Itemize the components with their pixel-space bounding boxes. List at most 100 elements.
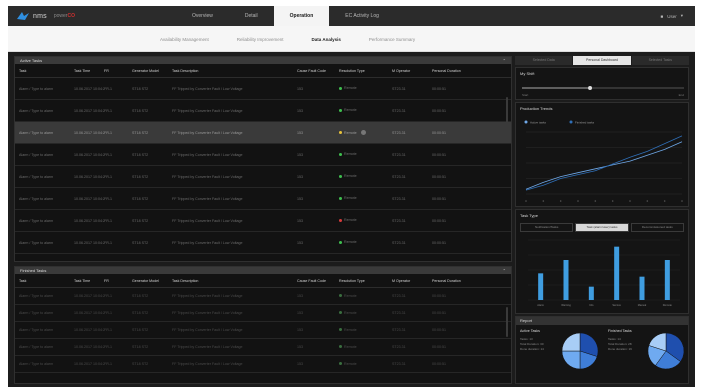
user-name: User [667, 13, 677, 19]
cell-res: Remote [339, 108, 392, 113]
cell-desc: FF Tripped by Converter Fault / Low Volt… [172, 86, 243, 91]
info-icon[interactable] [360, 130, 366, 135]
table-row[interactable]: Alarm / Type to alarm 10.06.2017 10:04:20… [15, 322, 511, 339]
subnav-item-0[interactable]: Availability Management [160, 37, 209, 42]
task-type-tab-1[interactable]: Task (alarm/user) tasks [575, 223, 629, 232]
cell-model: ST18 ST2 [132, 294, 149, 298]
cell-time: 10.06.2017 10:04:20 [74, 345, 104, 349]
collapse-icon[interactable]: ⌃ [503, 58, 506, 63]
task-type-chart: Alarm Warning Info Service Manual Remote [528, 239, 680, 307]
user-menu[interactable]: ■ User ▾ [661, 13, 684, 19]
x-tick [611, 200, 614, 202]
column-header[interactable]: Task Time [74, 279, 104, 283]
status-dot-icon [339, 86, 342, 90]
column-header[interactable]: Resolution Type [339, 69, 392, 73]
table-row[interactable]: Alarm / Type to alarm 10.06.2017 10:04:20… [15, 288, 511, 305]
resolution-status: Remote [339, 240, 357, 244]
column-header[interactable]: Personal Duration [432, 279, 467, 283]
table-row[interactable]: Alarm / Type to alarm 10.06.2017 10:04:20… [15, 166, 511, 188]
table-row[interactable]: Alarm / Type to alarm 10.06.2017 10:04:20… [15, 305, 511, 322]
cell-op: ST23.31 [392, 240, 406, 245]
column-header[interactable]: Cause Fault Code [297, 279, 339, 283]
finished-tasks-header: Finished Tasks ⌃ [15, 267, 511, 274]
subnav-item-3[interactable]: Performance Summary [369, 37, 415, 42]
bar [563, 260, 569, 300]
status-label: Remote [344, 174, 357, 179]
cell-time: 10.06.2017 10:04:20 [74, 240, 104, 245]
column-header[interactable]: M Operator [392, 69, 432, 73]
status-dot-icon [339, 152, 342, 156]
task-type-tab-0[interactable]: Notification/Tasks [520, 223, 574, 232]
column-header[interactable]: FR [104, 69, 132, 73]
subnav-item-1[interactable]: Reliability Improvement [237, 37, 284, 42]
column-header[interactable]: Generator Model [132, 279, 172, 283]
column-header[interactable]: Generator Model [132, 69, 172, 73]
resolution-status: Remote [339, 86, 357, 90]
cell-code: 153 [297, 86, 303, 91]
chevron-down-icon: ▾ [680, 13, 683, 18]
column-header[interactable]: Task Description [172, 279, 297, 283]
cell-task: Alarm / Type to alarm [19, 362, 54, 366]
cell-model: ST18 ST2 [132, 196, 149, 201]
collapse-icon[interactable]: ⌃ [503, 268, 506, 273]
shift-slider[interactable]: Start End [516, 79, 690, 101]
cell-task: Alarm / Type to alarm [19, 174, 54, 179]
legend-label: Finished tasks [575, 121, 595, 125]
table-row[interactable]: Alarm / Type to alarm 10.06.2017 10:04:20… [15, 188, 511, 210]
active-tasks-header: Active Tasks ⌃ [15, 57, 511, 64]
cell-task: Alarm / Type to alarm [19, 152, 54, 157]
table-row[interactable]: Alarm / Type to alarm 10.06.2017 10:04:20… [15, 339, 511, 356]
cell-fr: FR-1 [104, 152, 112, 157]
cell-time: 10.06.2017 10:04:20 [74, 108, 104, 113]
scrollbar[interactable] [506, 307, 508, 337]
table-row[interactable]: Alarm / Type to alarm 10.06.2017 10:04:20… [15, 232, 511, 254]
table-row[interactable]: Alarm / Type to alarm 10.06.2017 10:04:20… [15, 144, 511, 166]
subnav-item-2[interactable]: Data Analysis [311, 37, 340, 42]
table-row[interactable]: Alarm / Type to alarm 10.06.2017 10:04:20… [15, 356, 511, 373]
resolution-status: Remote [339, 108, 357, 112]
cell-time: 10.06.2017 10:04:20 [74, 328, 104, 332]
report-line: Done duration: 19 [608, 347, 632, 351]
column-header[interactable]: Cause Fault Code [297, 69, 339, 73]
nav-item-1[interactable]: Detail [229, 6, 274, 26]
column-header[interactable]: Task [19, 279, 74, 283]
status-label: Remote [344, 327, 357, 332]
cell-res: Remote [339, 130, 392, 135]
cell-time: 10.06.2017 10:04:20 [74, 152, 104, 157]
nav-item-2[interactable]: Operation [273, 6, 330, 26]
column-header[interactable]: Personal Duration [432, 69, 467, 73]
task-type-tab-2[interactable]: Decommissioned tasks [630, 223, 684, 232]
table-row[interactable]: Alarm / Type to alarm 10.06.2017 10:04:20… [15, 100, 511, 122]
cell-task: Alarm / Type to alarm [19, 328, 54, 332]
tab-1[interactable]: Personal Dashboard [573, 56, 631, 65]
column-header[interactable]: Task [19, 69, 74, 73]
column-header[interactable]: FR [104, 279, 132, 283]
table-row[interactable]: Alarm / Type to alarm 10.06.2017 10:04:20… [15, 210, 511, 232]
cell-fr: FR-1 [104, 311, 112, 315]
logo[interactable]: nms powerCO [16, 11, 75, 21]
column-header[interactable]: Task Description [172, 69, 297, 73]
cell-code: 153 [297, 152, 303, 157]
bar-label: Alarm [537, 303, 544, 307]
table-header: Task Task Time FR Generator Model Task Descr… [15, 64, 511, 78]
status-dot-icon [339, 131, 342, 134]
table-row[interactable]: Alarm / Type to alarm 10.06.2017 10:04:20… [15, 122, 511, 144]
logo-text: nms [33, 12, 47, 20]
nav-item-3[interactable]: EC Activity Log [329, 6, 395, 26]
bar-label: Remote [663, 303, 673, 307]
status-label: Remote [344, 86, 357, 91]
column-header[interactable]: M Operator [392, 279, 432, 283]
cell-op: ST23.31 [392, 130, 406, 135]
status-label: Remote [344, 344, 357, 349]
column-header[interactable]: Task Time [74, 69, 104, 73]
tab-0[interactable]: Selected Data [515, 56, 573, 65]
cell-fr: FR-1 [104, 218, 112, 223]
column-header[interactable]: Resolution Type [339, 279, 392, 283]
scrollbar[interactable] [506, 97, 508, 142]
nav-item-0[interactable]: Overview [176, 6, 229, 26]
resolution-status: Remote [339, 218, 357, 222]
cell-task: Alarm / Type to alarm [19, 196, 54, 201]
cell-model: ST18 ST2 [132, 174, 149, 179]
table-row[interactable]: Alarm / Type to alarm 10.06.2017 10:04:20… [15, 78, 511, 100]
tab-2[interactable]: Selected Tasks [631, 56, 689, 65]
